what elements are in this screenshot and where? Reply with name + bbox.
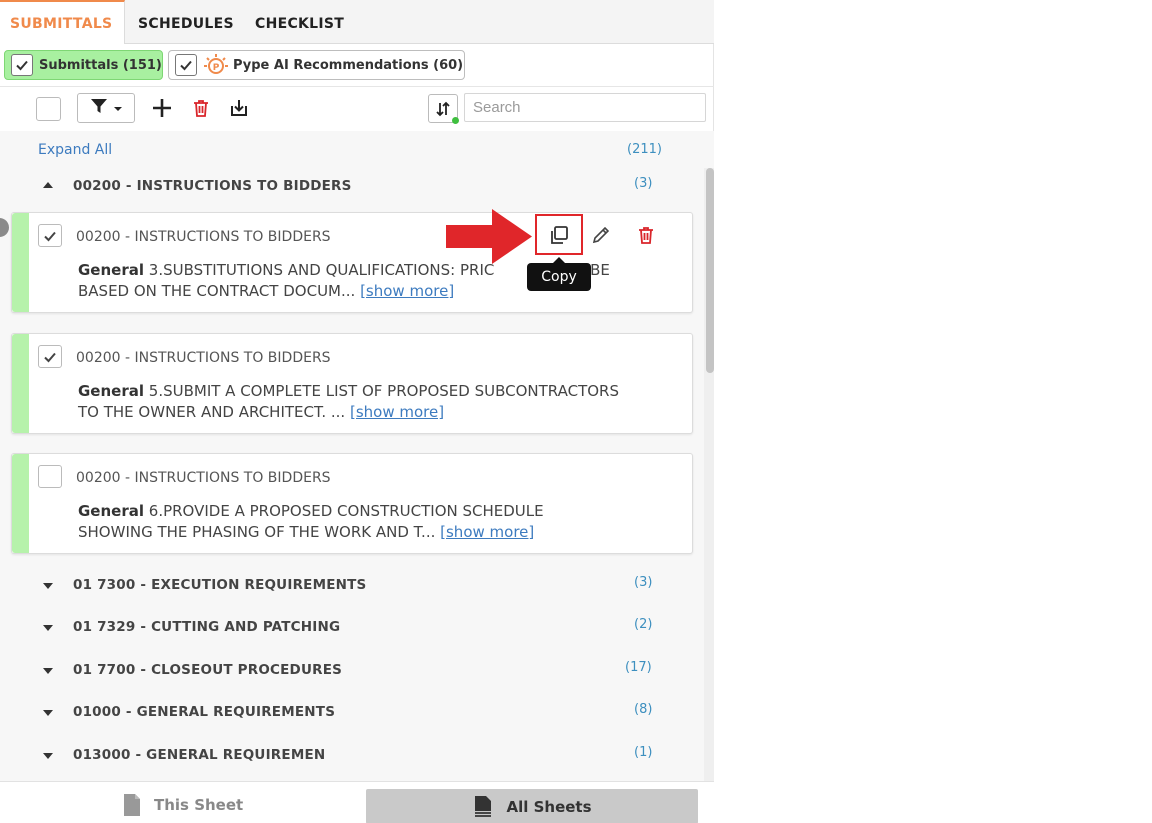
check-icon (44, 231, 56, 241)
edit-button[interactable] (588, 222, 614, 248)
ai-recommendations-chip[interactable]: P Pype AI Recommendations (60) (168, 50, 465, 80)
this-sheet-label: This Sheet (154, 796, 244, 814)
show-more-link[interactable]: [show more] (360, 282, 454, 300)
group-title: 01 7329 - CUTTING AND PATCHING (73, 619, 341, 635)
sort-button[interactable] (428, 94, 459, 124)
download-button[interactable] (226, 95, 252, 121)
sheet-scope-bar: This Sheet All Sheets (0, 781, 714, 823)
check-icon (44, 352, 56, 362)
this-sheet-button[interactable]: This Sheet (122, 793, 243, 817)
group-header-collapsed[interactable]: 013000 - GENERAL REQUIREMEN (1) (0, 733, 704, 775)
group-count: (3) (634, 575, 653, 590)
show-more-link[interactable]: [show more] (350, 403, 444, 421)
group-header-open[interactable]: 00200 - INSTRUCTIONS TO BIDDERS (3) (0, 168, 704, 211)
group-header-collapsed[interactable]: 01 7300 - EXECUTION REQUIREMENTS (3) (0, 563, 704, 605)
download-icon (231, 100, 247, 116)
submittals-panel: SUBMITTALS SCHEDULES CHECKLIST Submittal… (0, 0, 714, 823)
caret-down-icon (43, 753, 53, 759)
plus-icon (153, 99, 171, 117)
group-count: (3) (634, 176, 653, 191)
show-more-link[interactable]: [show more] (440, 523, 534, 541)
card-status-bar (12, 213, 29, 312)
select-all-checkbox[interactable] (36, 97, 61, 121)
filter-dropdown-button[interactable] (77, 93, 135, 123)
trash-icon (639, 227, 653, 244)
total-count: (211) (627, 142, 662, 157)
group-header-collapsed[interactable]: 01 7329 - CUTTING AND PATCHING (2) (0, 605, 704, 647)
group-count: (8) (634, 702, 653, 717)
documents-stack-icon (475, 795, 492, 817)
group-title: 00200 - INSTRUCTIONS TO BIDDERS (73, 178, 352, 194)
card-checkbox[interactable] (38, 345, 62, 368)
caret-down-icon (43, 668, 53, 674)
card-status-bar (12, 334, 29, 433)
card-checkbox[interactable] (38, 465, 62, 488)
delete-button[interactable] (188, 95, 214, 121)
filter-chips: Submittals (151) P Pype AI Recommendatio… (0, 44, 714, 87)
submittal-card[interactable]: 00200 - INSTRUCTIONS TO BIDDERS General … (11, 453, 693, 554)
add-button[interactable] (149, 95, 175, 121)
sort-icon (436, 101, 450, 116)
tab-bar: SUBMITTALS SCHEDULES CHECKLIST (0, 0, 714, 44)
copy-icon (551, 225, 568, 244)
copy-tooltip: Copy (527, 257, 591, 291)
chevron-down-icon (113, 99, 123, 118)
card-status-bar (12, 454, 29, 553)
scrollbar-thumb[interactable] (706, 168, 714, 373)
svg-text:P: P (213, 63, 220, 73)
caret-down-icon (43, 583, 53, 589)
submittals-chip[interactable]: Submittals (151) (4, 50, 163, 80)
check-icon (175, 54, 197, 76)
group-header-collapsed[interactable]: 01 7700 - CLOSEOUT PROCEDURES (17) (0, 648, 704, 690)
red-arrow-icon (446, 209, 532, 264)
group-title: 01 7700 - CLOSEOUT PROCEDURES (73, 662, 343, 678)
trash-icon (194, 100, 208, 117)
ai-chip-label: Pype AI Recommendations (60) (233, 57, 464, 73)
group-count: (2) (634, 617, 653, 632)
tab-schedules[interactable]: SCHEDULES (138, 0, 234, 44)
card-checkbox[interactable] (38, 224, 62, 247)
pype-ai-icon: P (203, 52, 229, 78)
sort-active-dot (452, 117, 459, 124)
card-code: 00200 - INSTRUCTIONS TO BIDDERS (76, 350, 331, 366)
filter-icon (89, 96, 109, 120)
card-delete-button[interactable] (633, 222, 659, 248)
tab-checklist[interactable]: CHECKLIST (255, 0, 344, 44)
submittals-chip-label: Submittals (151) (39, 57, 162, 73)
caret-down-icon (43, 710, 53, 716)
search-input[interactable] (464, 93, 706, 122)
card-code: 00200 - INSTRUCTIONS TO BIDDERS (76, 229, 331, 245)
tab-submittals[interactable]: SUBMITTALS (0, 0, 125, 44)
group-title: 01 7300 - EXECUTION REQUIREMENTS (73, 577, 367, 593)
group-title: 013000 - GENERAL REQUIREMEN (73, 747, 326, 763)
card-code: 00200 - INSTRUCTIONS TO BIDDERS (76, 470, 331, 486)
copy-button[interactable] (535, 214, 583, 255)
group-title: 01000 - GENERAL REQUIREMENTS (73, 704, 336, 720)
submittal-card[interactable]: 00200 - INSTRUCTIONS TO BIDDERS General … (11, 333, 693, 434)
document-icon (124, 794, 140, 816)
card-description: General 6.PROVIDE A PROPOSED CONSTRUCTIO… (78, 502, 544, 541)
all-sheets-label: All Sheets (506, 797, 592, 816)
check-icon (11, 54, 33, 76)
pencil-icon (592, 226, 610, 244)
expand-all-link[interactable]: Expand All (38, 142, 112, 158)
group-header-collapsed[interactable]: 01000 - GENERAL REQUIREMENTS (8) (0, 690, 704, 732)
toolbar (0, 87, 714, 130)
caret-up-icon (43, 182, 53, 188)
group-count: (17) (625, 660, 652, 675)
all-sheets-button[interactable]: All Sheets (366, 789, 698, 823)
group-count: (1) (634, 745, 653, 760)
card-description: General 5.SUBMIT A COMPLETE LIST OF PROP… (78, 382, 619, 421)
caret-down-icon (43, 625, 53, 631)
